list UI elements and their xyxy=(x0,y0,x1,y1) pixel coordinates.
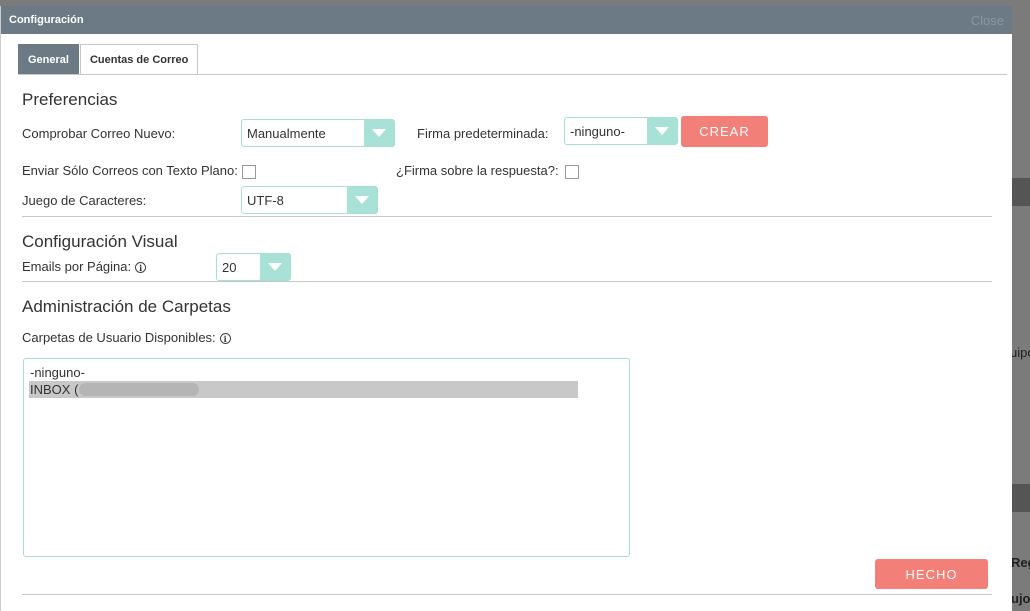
background-text: uipo xyxy=(1010,345,1030,360)
chevron-down-icon xyxy=(647,118,677,144)
dialog-title: Configuración xyxy=(9,14,84,26)
emails-per-page-value: 20 xyxy=(222,259,237,275)
chevron-down-icon xyxy=(364,120,394,146)
background-strip xyxy=(1010,120,1030,128)
background-text: ujo: xyxy=(1011,591,1030,606)
tab-divider xyxy=(18,74,1007,75)
background-text: Reg xyxy=(1011,555,1030,570)
background-header-bar xyxy=(1010,178,1030,206)
done-button[interactable]: HECHO xyxy=(875,559,988,589)
check-mail-label: Comprobar Correo Nuevo: xyxy=(22,126,176,141)
dialog-titlebar: Configuración Close xyxy=(1,6,1012,34)
tab-bar: General Cuentas de Correo xyxy=(18,44,199,74)
footer-divider xyxy=(22,594,992,595)
signature-label: Firma predeterminada: xyxy=(417,126,549,141)
section-title-visual: Configuración Visual xyxy=(22,232,178,251)
signature-value: -ninguno- xyxy=(570,123,625,139)
charset-select[interactable]: UTF-8 xyxy=(241,186,378,214)
tab-general[interactable]: General xyxy=(18,44,79,74)
section-divider xyxy=(22,281,992,282)
emails-per-page-select[interactable]: 20 xyxy=(216,253,291,281)
list-item-selected[interactable]: INBOX ( xyxy=(29,381,578,398)
section-title-preferences: Preferencias xyxy=(22,90,118,109)
signature-above-label: ¿Firma sobre la respuesta?: xyxy=(396,163,559,178)
close-button[interactable]: Close xyxy=(971,13,1004,28)
chevron-down-icon xyxy=(260,254,290,280)
section-title-folders: Administración de Carpetas xyxy=(22,297,231,316)
tab-mail-accounts[interactable]: Cuentas de Correo xyxy=(79,44,199,74)
chevron-down-icon xyxy=(347,187,377,213)
background-header-bar xyxy=(1010,484,1030,512)
available-folders-label-wrap: Carpetas de Usuario Disponibles: i xyxy=(22,330,231,345)
redacted-email xyxy=(79,383,199,396)
info-icon[interactable]: i xyxy=(219,333,231,345)
signature-select[interactable]: -ninguno- xyxy=(564,117,678,145)
info-icon[interactable]: i xyxy=(135,262,147,274)
list-item-label: INBOX ( xyxy=(30,382,79,397)
folders-listbox[interactable]: -ninguno- INBOX ( xyxy=(23,358,630,557)
charset-label: Juego de Caracteres: xyxy=(22,193,147,208)
create-signature-button[interactable]: CREAR xyxy=(681,116,768,147)
available-folders-label: Carpetas de Usuario Disponibles: xyxy=(22,330,216,345)
signature-above-checkbox[interactable] xyxy=(565,165,579,179)
emails-per-page-label: Emails por Página: xyxy=(22,259,132,274)
charset-value: UTF-8 xyxy=(247,192,284,208)
check-mail-value: Manualmente xyxy=(247,125,326,141)
list-item[interactable]: -ninguno- xyxy=(24,364,629,381)
check-mail-select[interactable]: Manualmente xyxy=(241,119,395,147)
emails-per-page-label-wrap: Emails por Página: i xyxy=(22,259,147,274)
section-divider xyxy=(22,216,992,217)
plain-text-label: Enviar Sólo Correos con Texto Plano: xyxy=(22,163,238,178)
plain-text-checkbox[interactable] xyxy=(242,165,256,179)
settings-dialog: Configuración Close General Cuentas de C… xyxy=(0,6,1012,611)
